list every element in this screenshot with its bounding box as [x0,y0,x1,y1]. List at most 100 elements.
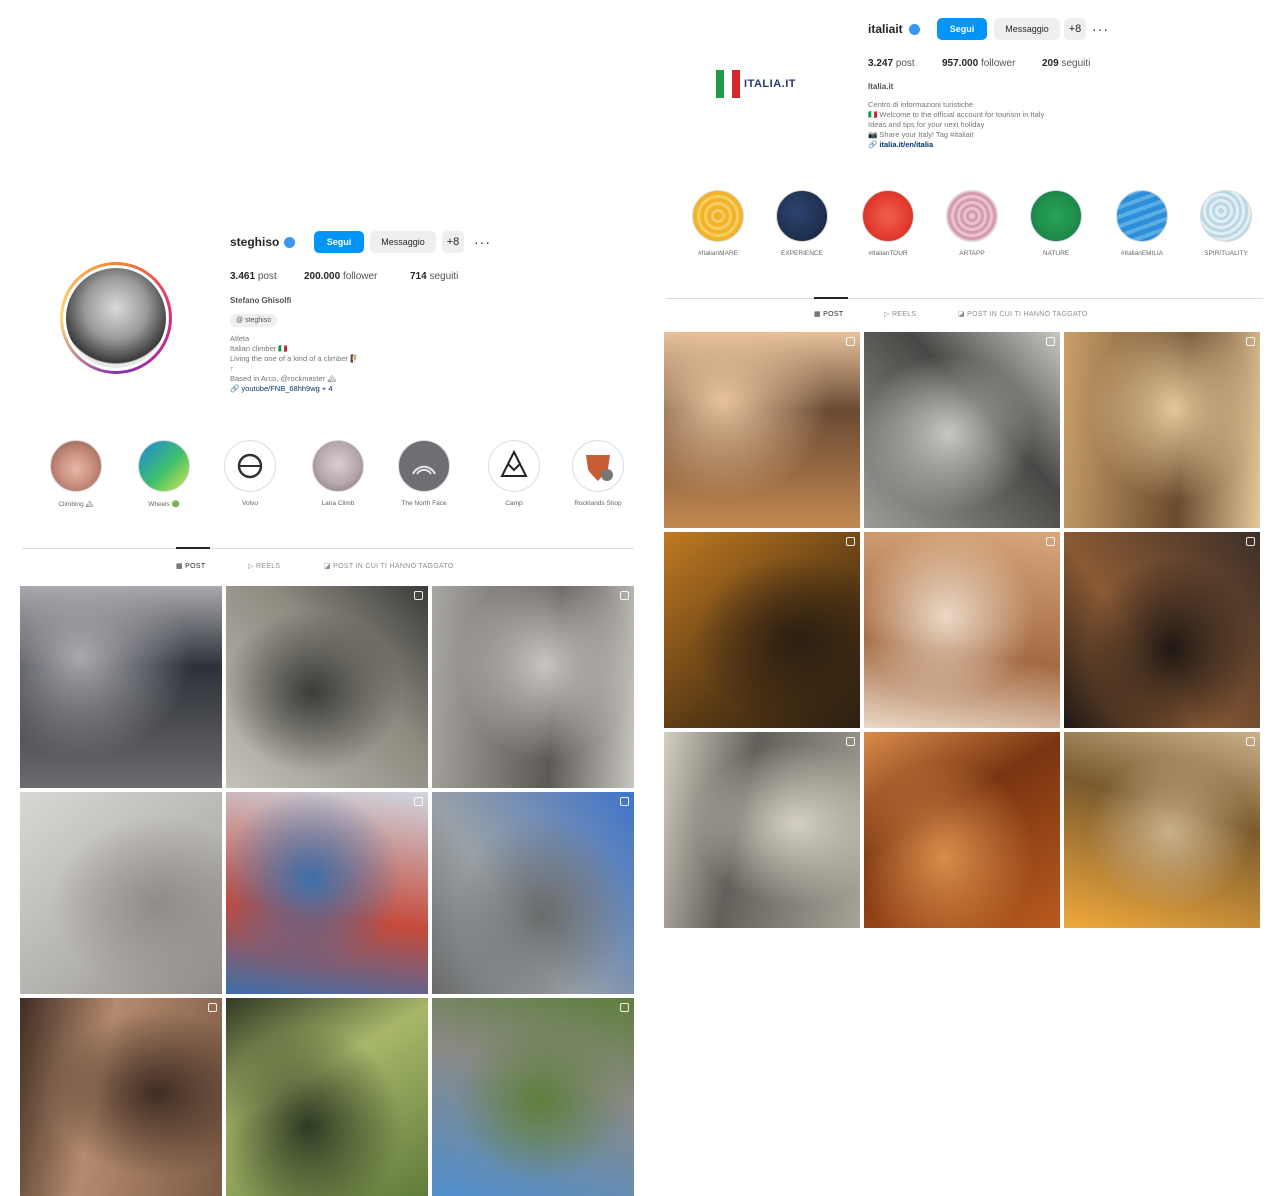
message-button[interactable]: Messaggio [994,18,1060,40]
post-tile[interactable] [20,792,222,994]
post-tile[interactable] [20,998,222,1196]
message-button[interactable]: Messaggio [370,231,436,253]
pink-pattern-icon [946,190,998,242]
highlight-climbing[interactable]: Climbing 🏔 [46,440,106,508]
bio-text: Centro di informazioni turistiche 🇮🇹 Wel… [868,100,1045,149]
post-tile[interactable] [226,586,428,788]
navy-pattern-icon [776,190,828,242]
highlight-experience[interactable]: EXPERIENCE [772,190,832,257]
post-tile[interactable] [864,732,1060,928]
following-count[interactable]: 714 seguiti [410,271,458,282]
post-tile[interactable] [664,732,860,928]
people-photo-icon [312,440,364,492]
blue-pattern-icon [1116,190,1168,242]
avatar[interactable]: ITALIA.IT [682,38,830,130]
highlight-wheels[interactable]: Wheels 🟢 [134,440,194,508]
tab-tagged[interactable]: ◪ POST IN CUI TI HANNO TAGGATO [958,310,1088,318]
highlight-rocklands-shop[interactable]: Rocklands Shop [568,440,628,507]
threads-badge[interactable]: @ steghiso [230,314,278,327]
post-tile[interactable] [1064,332,1260,528]
carousel-icon [620,1003,629,1012]
globe-graphic-icon [138,440,190,492]
highlight-nature[interactable]: NATURE [1026,190,1086,257]
verified-icon [284,237,295,248]
lightblue-pattern-icon [1200,190,1252,242]
red-pattern-icon [862,190,914,242]
highlight-spirituality[interactable]: SPIRITUALITY [1196,190,1256,257]
green-pattern-icon [1030,190,1082,242]
carousel-icon [846,737,855,746]
carousel-icon [620,591,629,600]
yellow-pattern-icon [692,190,744,242]
more-options-icon[interactable]: ··· [474,235,491,249]
tag-icon: ◪ [324,563,331,570]
post-tile[interactable] [664,532,860,728]
suggest-button[interactable]: +8 [442,231,464,253]
carousel-icon [208,1003,217,1012]
highlight-italiantour[interactable]: #ItalianTOUR [858,190,918,257]
post-tile[interactable] [1064,732,1260,928]
tab-reels[interactable]: ▷ REELS [248,562,280,570]
followers-count[interactable]: 200.000 follower [304,271,377,282]
tab-posts[interactable]: ▦ POST [176,562,205,570]
posts-count: 3.247 post [868,58,915,69]
post-tile[interactable] [864,332,1060,528]
bio-name: Italia.it [868,82,894,91]
tabs-divider [666,298,1263,299]
following-count[interactable]: 209 seguiti [1042,58,1090,69]
highlight-volvo[interactable]: Volvo [220,440,280,507]
post-tile[interactable] [1064,532,1260,728]
username[interactable]: steghiso [230,235,279,249]
logo-text: ITALIA.IT [744,78,796,90]
grid-icon: ▦ [814,311,821,318]
posts-count: 3.461 post [230,271,277,282]
highlight-lana-climb[interactable]: Lana Climb [308,440,368,507]
suggest-button[interactable]: +8 [1064,18,1086,40]
hands-photo-icon [50,440,102,492]
post-tile[interactable] [20,586,222,788]
post-tile[interactable] [226,792,428,994]
highlight-italianemilia[interactable]: #ItalianEMILIA [1112,190,1172,257]
flag-icon [716,70,741,98]
avatar[interactable] [60,262,172,374]
post-tile[interactable] [432,586,634,788]
bio-name: Stefano Ghisolfi [230,296,292,305]
camp-logo-icon [488,440,540,492]
post-tile[interactable] [226,998,428,1196]
active-tab-indicator [176,547,210,549]
followers-count[interactable]: 957.000 follower [942,58,1015,69]
tab-posts[interactable]: ▦ POST [814,310,843,318]
highlight-artapp[interactable]: ARTAPP [942,190,1002,257]
highlight-camp[interactable]: Camp [484,440,544,507]
posts-grid [20,586,634,1196]
tab-reels[interactable]: ▷ REELS [884,310,916,318]
carousel-icon [846,337,855,346]
follow-button[interactable]: Segui [314,231,364,253]
carousel-icon [414,797,423,806]
grid-icon: ▦ [176,563,183,570]
carousel-icon [1246,737,1255,746]
post-tile[interactable] [432,998,634,1196]
tag-icon: ◪ [958,311,965,318]
verified-icon [909,24,920,35]
bio-text: Atleta Italian climber 🇮🇹 Living the one… [230,334,360,393]
follow-button[interactable]: Segui [937,18,987,40]
volvo-logo-icon [224,440,276,492]
carousel-icon [1046,337,1055,346]
username[interactable]: italiait [868,22,903,36]
post-tile[interactable] [864,532,1060,728]
tab-tagged[interactable]: ◪ POST IN CUI TI HANNO TAGGATO [324,562,454,570]
highlight-the-north-face[interactable]: The North Face [394,440,454,507]
post-tile[interactable] [664,332,860,528]
shield-logo-icon [572,440,624,492]
reels-icon: ▷ [248,563,254,570]
tnf-logo-icon [398,440,450,492]
tabs-divider [22,548,634,549]
highlight-italianmare[interactable]: #ItalianMARE [688,190,748,257]
post-tile[interactable] [432,792,634,994]
carousel-icon [1246,537,1255,546]
profile-steghiso: steghiso Segui Messaggio +8 ··· 3.461 po… [18,222,638,1196]
reels-icon: ▷ [884,311,890,318]
posts-grid [664,332,1260,928]
more-options-icon[interactable]: ··· [1092,22,1109,36]
